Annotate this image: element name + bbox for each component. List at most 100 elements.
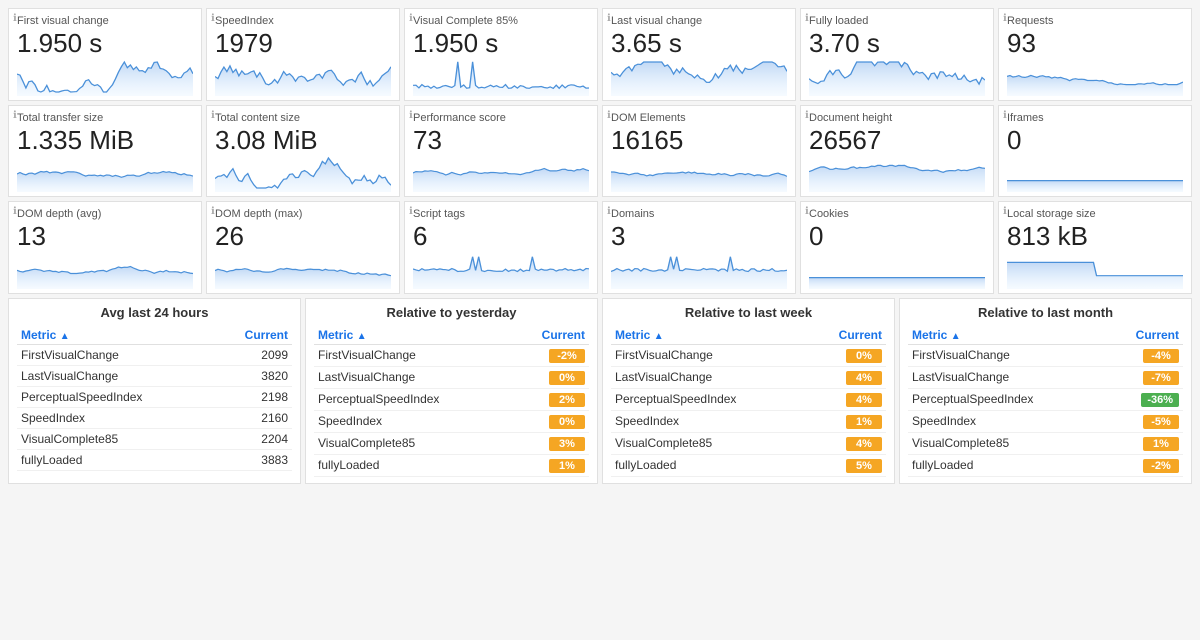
table-cell-value: 5% xyxy=(808,454,886,476)
table-cell-metric: SpeedIndex xyxy=(908,410,1105,432)
info-icon: ℹ xyxy=(1003,110,1007,121)
table-row: fullyLoaded 3883 xyxy=(17,449,292,470)
card-value-performance-score: 73 xyxy=(413,126,589,155)
chart-area-requests xyxy=(1007,58,1183,96)
metric-card-iframes: ℹ Iframes 0 xyxy=(998,105,1192,198)
table-cell-metric: PerceptualSpeedIndex xyxy=(908,388,1105,410)
card-value-iframes: 0 xyxy=(1007,126,1183,155)
table-row: fullyLoaded 5% xyxy=(611,454,886,476)
card-title-dom-depth-max: DOM depth (max) xyxy=(215,208,391,220)
table-row: SpeedIndex 2160 xyxy=(17,407,292,428)
col-metric[interactable]: Metric ▲ xyxy=(314,326,511,345)
card-value-script-tags: 6 xyxy=(413,222,589,251)
col-current[interactable]: Current xyxy=(214,326,292,345)
sort-arrow: ▲ xyxy=(654,331,664,342)
badge: 4% xyxy=(846,393,882,407)
sort-arrow: ▲ xyxy=(357,331,367,342)
table-row: fullyLoaded 1% xyxy=(314,454,589,476)
metric-card-last-visual-change: ℹ Last visual change 3.65 s xyxy=(602,8,796,101)
info-icon: ℹ xyxy=(1003,206,1007,217)
chart-area-speed-index xyxy=(215,58,391,96)
table-cell-value: 1% xyxy=(808,410,886,432)
card-value-first-visual-change: 1.950 s xyxy=(17,29,193,58)
info-icon: ℹ xyxy=(805,13,809,24)
table-card-relative-last-week: Relative to last week Metric ▲ Current F… xyxy=(602,298,895,484)
table-cell-metric: PerceptualSpeedIndex xyxy=(611,388,808,410)
info-icon: ℹ xyxy=(409,206,413,217)
metric-row-0: ℹ First visual change 1.950 s ℹ SpeedInd… xyxy=(8,8,1192,101)
badge: -7% xyxy=(1143,371,1179,385)
table-cell-metric: VisualComplete85 xyxy=(611,432,808,454)
table-row: VisualComplete85 3% xyxy=(314,432,589,454)
table-row: FirstVisualChange 2099 xyxy=(17,344,292,365)
card-title-total-content-size: Total content size xyxy=(215,112,391,124)
card-value-dom-depth-max: 26 xyxy=(215,222,391,251)
info-icon: ℹ xyxy=(211,110,215,121)
card-title-cookies: Cookies xyxy=(809,208,985,220)
table-row: LastVisualChange 0% xyxy=(314,366,589,388)
table-cell-value: -2% xyxy=(1105,454,1183,476)
dashboard: ℹ First visual change 1.950 s ℹ SpeedInd… xyxy=(0,0,1200,492)
col-current[interactable]: Current xyxy=(511,326,589,345)
sort-arrow: ▲ xyxy=(60,331,70,342)
table-row: FirstVisualChange -4% xyxy=(908,344,1183,366)
metric-card-dom-elements: ℹ DOM Elements 16165 xyxy=(602,105,796,198)
metric-card-total-transfer-size: ℹ Total transfer size 1.335 MiB xyxy=(8,105,202,198)
badge: -5% xyxy=(1143,415,1179,429)
metric-row-2: ℹ DOM depth (avg) 13 ℹ DOM depth (max) 2… xyxy=(8,201,1192,294)
table-cell-metric: fullyLoaded xyxy=(908,454,1105,476)
table-cell-metric: SpeedIndex xyxy=(17,407,214,428)
table-row: VisualComplete85 1% xyxy=(908,432,1183,454)
data-table-relative-last-month: Metric ▲ Current FirstVisualChange -4% L… xyxy=(908,326,1183,477)
metric-card-domains: ℹ Domains 3 xyxy=(602,201,796,294)
card-value-dom-depth-avg: 13 xyxy=(17,222,193,251)
col-metric[interactable]: Metric ▲ xyxy=(908,326,1105,345)
card-title-dom-depth-avg: DOM depth (avg) xyxy=(17,208,193,220)
col-current[interactable]: Current xyxy=(1105,326,1183,345)
card-title-document-height: Document height xyxy=(809,112,985,124)
chart-area-dom-elements xyxy=(611,154,787,192)
card-value-dom-elements: 16165 xyxy=(611,126,787,155)
table-card-avg-last-24h: Avg last 24 hours Metric ▲ Current First… xyxy=(8,298,301,484)
card-value-visual-complete-85: 1.950 s xyxy=(413,29,589,58)
card-value-total-content-size: 3.08 MiB xyxy=(215,126,391,155)
col-current[interactable]: Current xyxy=(808,326,886,345)
badge: -36% xyxy=(1141,393,1179,407)
badge: 0% xyxy=(846,349,882,363)
table-header-row: Metric ▲ Current xyxy=(314,326,589,345)
info-icon: ℹ xyxy=(409,110,413,121)
table-row: PerceptualSpeedIndex -36% xyxy=(908,388,1183,410)
metric-card-performance-score: ℹ Performance score 73 xyxy=(404,105,598,198)
table-row: VisualComplete85 2204 xyxy=(17,428,292,449)
metric-card-visual-complete-85: ℹ Visual Complete 85% 1.950 s xyxy=(404,8,598,101)
table-cell-metric: FirstVisualChange xyxy=(908,344,1105,366)
table-row: PerceptualSpeedIndex 2% xyxy=(314,388,589,410)
table-row: FirstVisualChange -2% xyxy=(314,344,589,366)
metric-card-dom-depth-max: ℹ DOM depth (max) 26 xyxy=(206,201,400,294)
table-cell-metric: PerceptualSpeedIndex xyxy=(17,386,214,407)
badge: 1% xyxy=(846,415,882,429)
table-title-relative-last-week: Relative to last week xyxy=(611,305,886,320)
col-metric[interactable]: Metric ▲ xyxy=(611,326,808,345)
card-value-cookies: 0 xyxy=(809,222,985,251)
info-icon: ℹ xyxy=(211,13,215,24)
table-cell-value: 2% xyxy=(511,388,589,410)
metric-card-script-tags: ℹ Script tags 6 xyxy=(404,201,598,294)
table-cell-value: 3% xyxy=(511,432,589,454)
table-cell-value: 1% xyxy=(511,454,589,476)
col-metric[interactable]: Metric ▲ xyxy=(17,326,214,345)
table-cell-value: 3883 xyxy=(214,449,292,470)
chart-area-local-storage-size xyxy=(1007,251,1183,289)
table-header-row: Metric ▲ Current xyxy=(17,326,292,345)
card-title-first-visual-change: First visual change xyxy=(17,15,193,27)
table-card-relative-last-month: Relative to last month Metric ▲ Current … xyxy=(899,298,1192,484)
data-table-avg-last-24h: Metric ▲ Current FirstVisualChange 2099 … xyxy=(17,326,292,471)
table-title-relative-yesterday: Relative to yesterday xyxy=(314,305,589,320)
table-row: PerceptualSpeedIndex 2198 xyxy=(17,386,292,407)
table-row: fullyLoaded -2% xyxy=(908,454,1183,476)
badge: 5% xyxy=(846,459,882,473)
badge: 1% xyxy=(549,459,585,473)
table-cell-metric: VisualComplete85 xyxy=(314,432,511,454)
metric-card-fully-loaded: ℹ Fully loaded 3.70 s xyxy=(800,8,994,101)
badge: -4% xyxy=(1143,349,1179,363)
